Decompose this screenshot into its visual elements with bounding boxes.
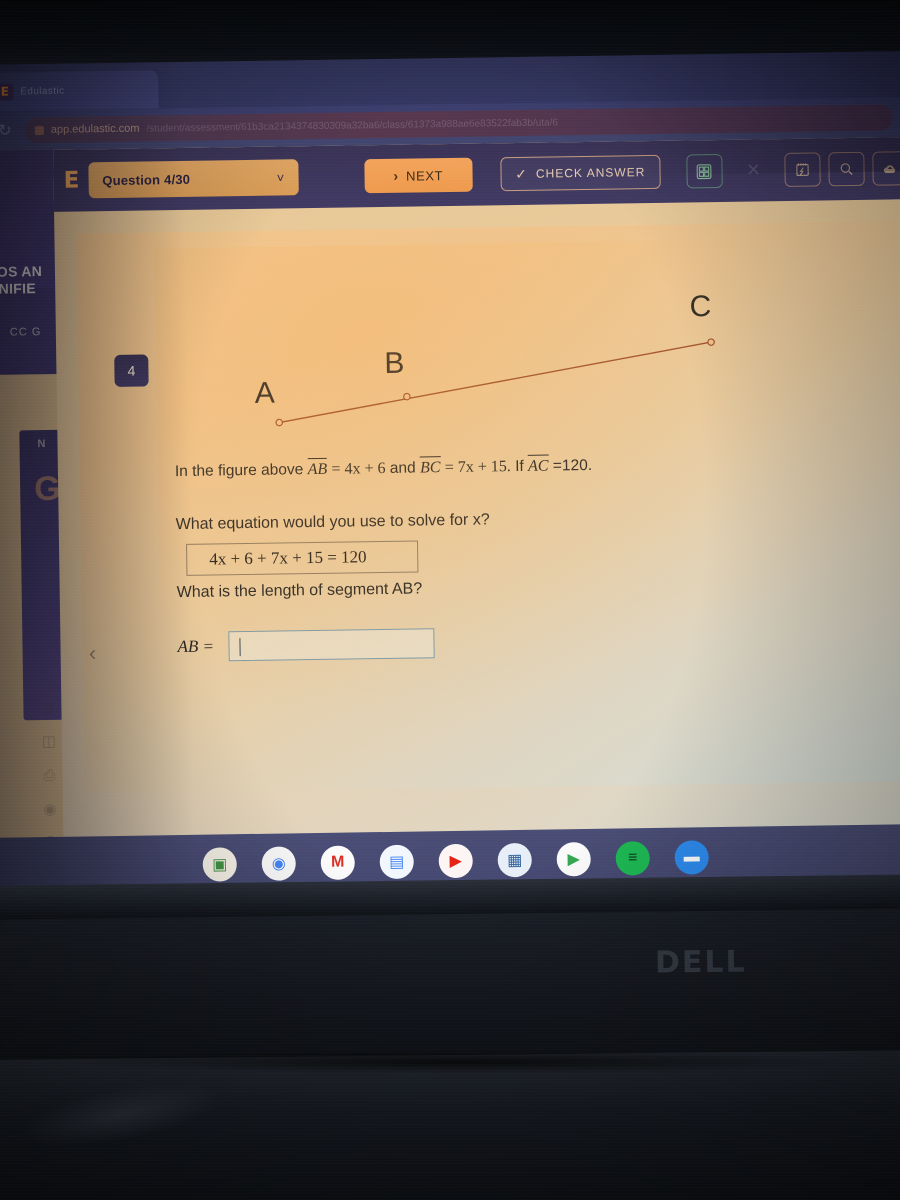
hinge-shadow [60, 1050, 860, 1074]
chevron-right-icon: › [393, 167, 399, 184]
question-selector-dropdown[interactable]: Question 4/30 ˅ [88, 159, 299, 199]
equation-answer-box[interactable]: 4x + 6 + 7x + 15 = 120 [186, 540, 419, 576]
url-host: app.edulastic.com [50, 122, 140, 136]
statement-eq2: = 7x + 15. [444, 458, 511, 477]
point-label-a: A [254, 376, 276, 410]
chevron-down-icon: ˅ [276, 169, 285, 186]
geometry-figure: A B C [188, 290, 790, 472]
background-card-letter: G [33, 469, 61, 509]
segment-ab-notation: AB [307, 457, 328, 482]
answer-label: AB = [177, 636, 215, 657]
chevron-left-icon[interactable]: ‹ [79, 633, 106, 673]
magnifier-icon[interactable] [828, 151, 865, 187]
browser-tab[interactable]: E Edulastic [0, 70, 159, 111]
site-info-icon[interactable] [34, 125, 44, 135]
text-cursor [238, 638, 241, 657]
docs-icon[interactable]: ▤ [379, 844, 414, 879]
calculator-icon[interactable] [686, 153, 723, 189]
edulastic-app-window: E Question 4/30 ˅ › NEXT ✓ CHECK ANSWER [53, 137, 900, 896]
statement-conjunction: and [389, 459, 416, 477]
checkmark-icon: ✓ [515, 165, 528, 182]
app-icon[interactable]: ▦ [497, 842, 532, 877]
figure-svg [275, 338, 715, 427]
background-page-title: LOS AN UNIFIE [0, 263, 43, 298]
point-a-marker [275, 418, 284, 427]
segment-ac-notation: AC [527, 454, 549, 478]
check-answer-button[interactable]: ✓ CHECK ANSWER [500, 154, 661, 192]
gmail-icon[interactable]: M [320, 844, 355, 880]
photograph-of-laptop-screen: E Edulastic ↻ app.edulastic.com /student… [0, 0, 900, 1200]
cloud-upload-icon[interactable] [872, 151, 900, 186]
segment-ac-line [279, 341, 712, 424]
browser-tab-title: Edulastic [20, 85, 65, 97]
edulastic-logo[interactable]: E [63, 167, 78, 193]
printer-icon[interactable]: ⎙ [40, 765, 59, 783]
url-path: /student/assessment/61b3ca2134374830309a… [146, 116, 559, 134]
statement-prefix: In the figure above [174, 461, 304, 481]
point-label-c: C [689, 290, 712, 324]
question-selector-label: Question 4/30 [102, 171, 191, 188]
classroom-icon[interactable]: ▣ [202, 846, 238, 882]
laptop-screen: E Edulastic ↻ app.edulastic.com /student… [0, 51, 900, 897]
answer-row: AB = [177, 628, 435, 662]
answer-input[interactable] [227, 628, 435, 662]
scratchpad-icon[interactable] [784, 152, 821, 188]
statement-eq1: = 4x + 6 [331, 459, 386, 478]
spotify-icon[interactable]: ≡ [615, 840, 650, 882]
point-label-b: B [384, 346, 405, 380]
background-page-subtitle: CC G [9, 326, 42, 339]
next-button-label: NEXT [405, 167, 444, 184]
equation-answer-text: 4x + 6 + 7x + 15 = 120 [209, 547, 367, 569]
prompt-equation: What equation would you use to solve for… [175, 511, 490, 534]
bg-title-line2: UNIFIE [0, 280, 37, 297]
statement-if: If [515, 457, 524, 476]
play-store-icon[interactable]: ▶ [556, 841, 591, 876]
window-icon[interactable]: ◫ [39, 731, 58, 749]
dell-brand-logo: DELL [654, 944, 747, 981]
calendar-icon[interactable]: ▦ [39, 697, 58, 715]
question-number-badge: 4 [114, 354, 149, 387]
segment-bc-notation: BC [419, 456, 441, 480]
close-icon[interactable]: ✕ [746, 160, 761, 180]
point-c-marker [707, 338, 715, 346]
edulastic-e-favicon: E [0, 82, 14, 101]
youtube-icon[interactable]: ▶ [438, 843, 473, 878]
camera-icon[interactable]: ◉ [40, 799, 59, 817]
prompt-length: What is the length of segment AB? [176, 580, 423, 602]
point-b-marker [403, 392, 411, 401]
reload-icon[interactable]: ↻ [0, 120, 15, 140]
statement-eq3: =120. [552, 456, 593, 475]
assessment-toolbar: E Question 4/30 ˅ › NEXT ✓ CHECK ANSWER [53, 137, 900, 212]
files-icon[interactable]: ▬ [674, 839, 709, 882]
question-canvas: ‹ 4 A B C In the figure above AB = 4x + … [76, 221, 900, 794]
tool-button-group [784, 151, 900, 188]
background-card-label: N [37, 437, 46, 451]
check-answer-label: CHECK ANSWER [535, 165, 646, 181]
address-bar[interactable]: app.edulastic.com /student/assessment/61… [24, 104, 893, 144]
next-button[interactable]: › NEXT [364, 157, 473, 194]
chrome-icon[interactable]: ◉ [261, 845, 297, 888]
bg-title-line1: LOS AN [0, 263, 43, 280]
